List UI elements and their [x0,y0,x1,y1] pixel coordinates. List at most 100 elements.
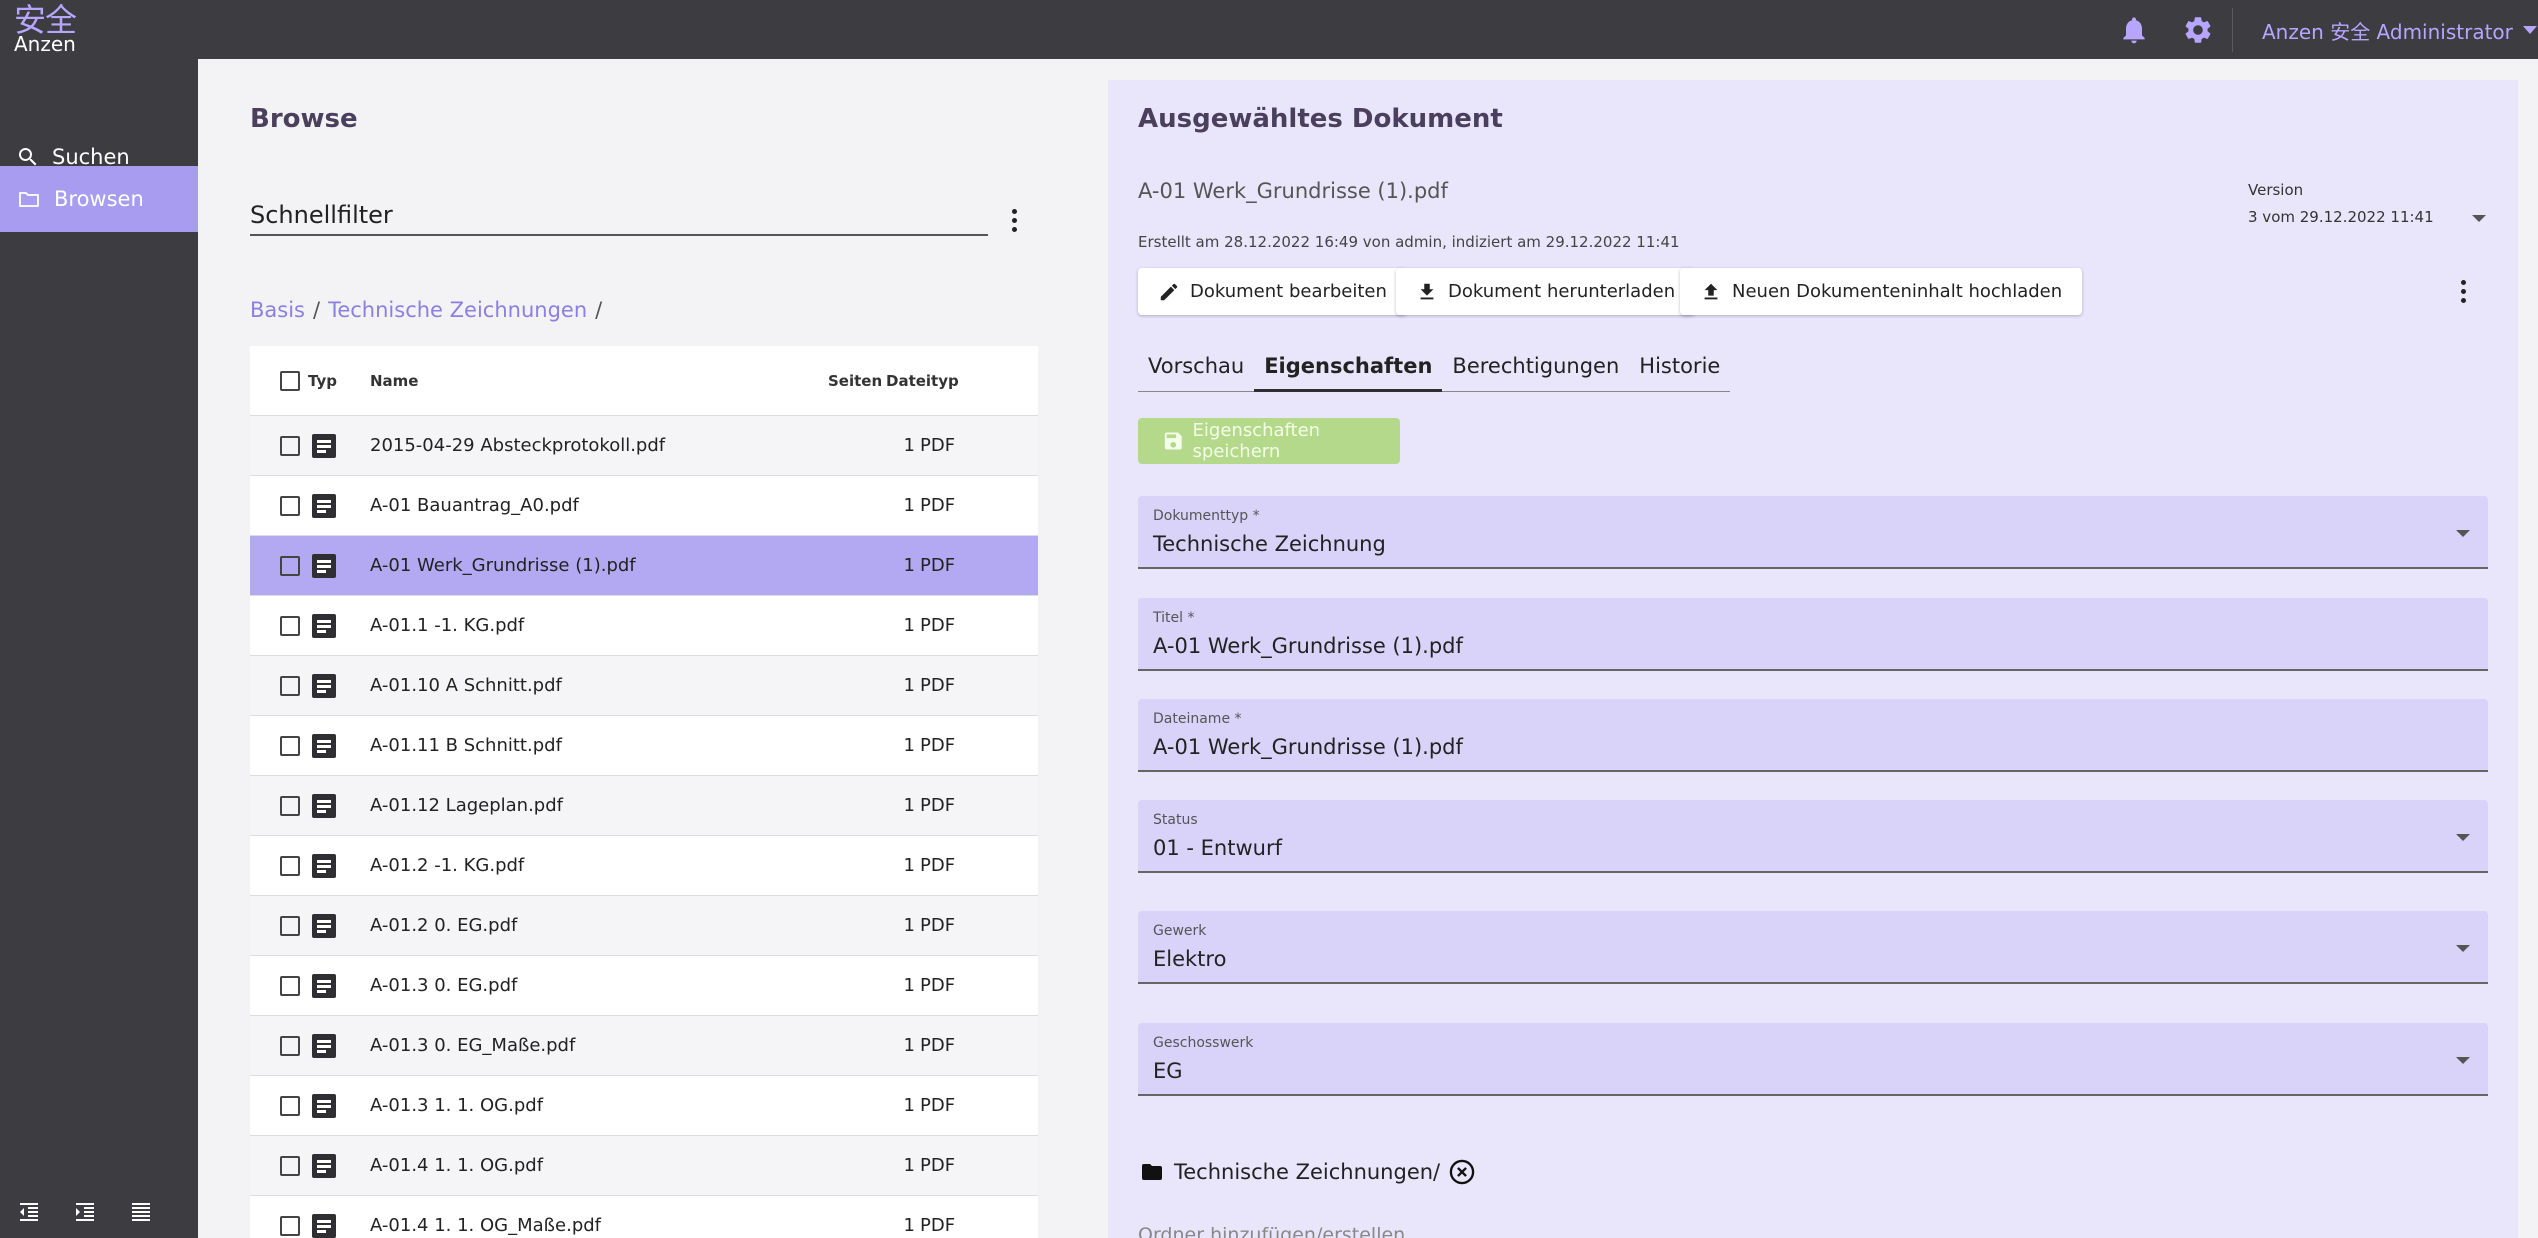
row-pages: 1 [903,1215,915,1236]
table-row[interactable]: A-01.3 0. EG.pdf 1 PDF [250,956,1038,1016]
filename-field[interactable]: Dateiname * A-01 Werk_Grundrisse (1).pdf [1138,699,2488,772]
folder-icon [19,192,39,207]
column-header-filetype[interactable]: Dateityp [886,372,959,390]
select-all-checkbox[interactable] [280,370,300,391]
table-row[interactable]: A-01.1 -1. KG.pdf 1 PDF [250,596,1038,656]
row-name: A-01.3 0. EG.pdf [370,975,518,996]
quick-filter-input[interactable] [250,196,988,234]
row-filetype: PDF [920,675,956,696]
document-meta: Erstellt am 28.12.2022 16:49 von admin, … [1138,233,1680,251]
row-checkbox[interactable] [280,675,300,696]
edit-document-button[interactable]: Dokument bearbeiten [1138,268,1407,315]
document-more-icon[interactable] [2451,275,2475,307]
column-header-type[interactable]: Typ [308,372,337,390]
trade-select[interactable]: Gewerk Elektro [1138,911,2488,984]
logo-text: Anzen [14,32,76,56]
row-checkbox[interactable] [280,975,300,996]
row-checkbox[interactable] [280,1035,300,1056]
floor-select[interactable]: Geschosswerk EG [1138,1023,2488,1096]
row-checkbox[interactable] [280,1155,300,1176]
breadcrumb-separator: / [313,298,321,322]
table-row[interactable]: A-01.2 0. EG.pdf 1 PDF [250,896,1038,956]
edit-document-label: Dokument bearbeiten [1190,281,1387,302]
list-view-icon[interactable] [128,1200,154,1224]
tab-properties[interactable]: Eigenschaften [1254,348,1443,392]
download-document-label: Dokument herunterladen [1448,281,1676,302]
upload-content-label: Neuen Dokumenteninhalt hochladen [1732,281,2063,302]
document-icon [312,1153,336,1178]
row-name: 2015-04-29 Absteckprotokoll.pdf [370,435,666,456]
table-row[interactable]: A-01.11 B Schnitt.pdf 1 PDF [250,716,1038,776]
collapse-sidebar-icon[interactable] [16,1200,42,1224]
table-row[interactable]: A-01.12 Lageplan.pdf 1 PDF [250,776,1038,836]
trade-value: Elektro [1153,947,1227,971]
row-checkbox[interactable] [280,735,300,756]
row-name: A-01.2 0. EG.pdf [370,915,518,936]
top-bar: 安全 Anzen Anzen 安全 Administrator [0,0,2538,59]
bell-icon[interactable] [2118,14,2150,46]
row-pages: 1 [903,615,915,636]
version-select[interactable]: 3 vom 29.12.2022 11:41 [2248,208,2508,226]
breadcrumb-link-technical-drawings[interactable]: Technische Zeichnungen [328,298,587,322]
title-field[interactable]: Titel * A-01 Werk_Grundrisse (1).pdf [1138,598,2488,671]
table-row[interactable]: A-01.4 1. 1. OG.pdf 1 PDF [250,1136,1038,1196]
row-checkbox[interactable] [280,615,300,636]
row-checkbox[interactable] [280,795,300,816]
document-icon [312,553,336,578]
app-logo[interactable]: 安全 Anzen [14,4,77,56]
table-row[interactable]: A-01.10 A Schnitt.pdf 1 PDF [250,656,1038,716]
sidebar-item-label: Browsen [54,187,144,211]
filter-more-icon[interactable] [1002,204,1026,236]
gear-icon[interactable] [2182,14,2214,46]
remove-folder-icon[interactable] [1448,1158,1476,1186]
document-icon [312,1213,336,1238]
tab-history[interactable]: Historie [1629,348,1730,392]
download-document-button[interactable]: Dokument herunterladen [1396,268,1696,315]
status-value: 01 - Entwurf [1153,836,1282,860]
row-checkbox[interactable] [280,435,300,456]
row-filetype: PDF [920,795,956,816]
sidebar-item-browse[interactable]: Browsen [0,166,198,232]
row-pages: 1 [903,675,915,696]
tab-permissions[interactable]: Berechtigungen [1442,348,1629,392]
table-row[interactable]: A-01.2 -1. KG.pdf 1 PDF [250,836,1038,896]
detail-title: Ausgewähltes Dokument [1138,104,1503,134]
row-name: A-01.3 0. EG_Maße.pdf [370,1035,576,1056]
selected-document-panel: Ausgewähltes Dokument A-01 Werk_Grundris… [1108,80,2518,1238]
row-checkbox[interactable] [280,1095,300,1116]
folder-add-input[interactable]: Ordner hinzufügen/erstellen [1138,1224,1405,1238]
expand-sidebar-icon[interactable] [72,1200,98,1224]
row-checkbox[interactable] [280,855,300,876]
user-label: Anzen 安全 Administrator [2262,19,2513,44]
table-row[interactable]: A-01.3 0. EG_Maße.pdf 1 PDF [250,1016,1038,1076]
row-checkbox[interactable] [280,555,300,576]
column-header-name[interactable]: Name [370,372,418,390]
column-header-pages[interactable]: Seiten [828,372,882,390]
row-filetype: PDF [920,1035,956,1056]
table-row[interactable]: A-01.4 1. 1. OG_Maße.pdf 1 PDF [250,1196,1038,1238]
upload-content-button[interactable]: Neuen Dokumenteninhalt hochladen [1680,268,2083,315]
breadcrumb-link-basis[interactable]: Basis [250,298,305,322]
row-checkbox[interactable] [280,1215,300,1236]
row-checkbox[interactable] [280,915,300,936]
browse-title: Browse [250,104,358,134]
row-filetype: PDF [920,615,956,636]
row-checkbox[interactable] [280,495,300,516]
status-select[interactable]: Status 01 - Entwurf [1138,800,2488,873]
trade-label: Gewerk [1153,923,1207,939]
table-row[interactable]: A-01.3 1. 1. OG.pdf 1 PDF [250,1076,1038,1136]
doctype-select[interactable]: Dokumenttyp * Technische Zeichnung [1138,496,2488,569]
filename-value: A-01 Werk_Grundrisse (1).pdf [1153,735,1463,759]
table-row[interactable]: 2015-04-29 Absteckprotokoll.pdf 1 PDF [250,416,1038,476]
tab-preview[interactable]: Vorschau [1138,348,1254,392]
document-icon [312,913,336,938]
chevron-down-icon [2472,215,2486,222]
row-pages: 1 [903,975,915,996]
table-row[interactable]: A-01 Werk_Grundrisse (1).pdf 1 PDF [250,536,1038,596]
document-icon [312,973,336,998]
row-filetype: PDF [920,555,956,576]
table-row[interactable]: A-01 Bauantrag_A0.pdf 1 PDF [250,476,1038,536]
save-properties-button[interactable]: Eigenschaften speichern [1138,418,1400,464]
row-name: A-01.4 1. 1. OG.pdf [370,1155,544,1176]
user-menu[interactable]: Anzen 安全 Administrator [2262,16,2537,44]
